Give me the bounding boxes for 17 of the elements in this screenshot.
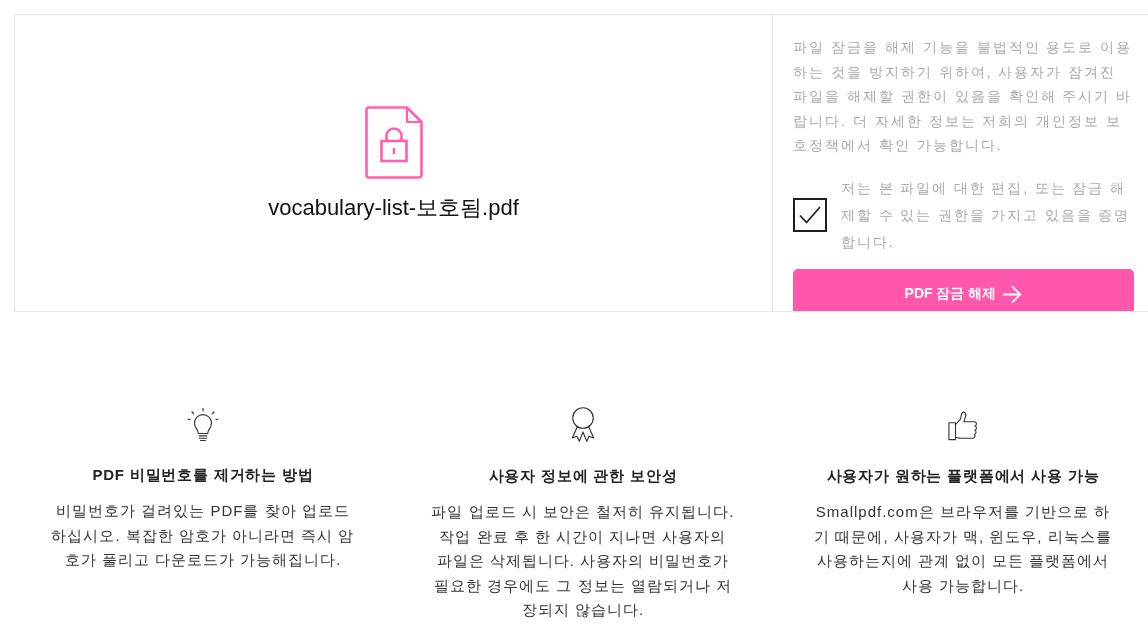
- notice-text: 파일 잠금을 해제 기능을 불법적인 용도로 이용하는 것을 방지하기 위하여, 사용자가 잠겨진 파일을 해제할 권한이 있음을 확인해 주시기 바랍니다. 더 자세한 정보는 저희의 개인정보 보호정책에서 확인 가능합니다.: [793, 38, 1134, 155]
- arrow-right-icon: [1002, 284, 1023, 304]
- feature-title: 사용자가 원하는 플랫폼에서 사용 가능: [826, 466, 1100, 486]
- feature-title: 사용자 정보에 관한 보안성: [488, 466, 678, 486]
- feature-title: PDF 비밀번호를 제거하는 방법: [92, 465, 314, 485]
- locked-file-icon: [363, 104, 424, 180]
- checkmark-icon: [799, 206, 821, 224]
- consent-checkbox[interactable]: [793, 198, 827, 232]
- feature-text: Smallpdf.com은 브라우저를 기반으로 하기 때문에, 사용자가 맥, 윈도우, 리눅스를 사용하는지에 관계 없이 모든 플랫폼에서 사용 가능합니다.: [813, 502, 1113, 596]
- thumbs-up-icon: [948, 410, 978, 442]
- feature-text: 파일 업로드 시 보안은 철저히 유지됩니다. 작업 완료 후 한 시간이 지나면 사용자의 파일은 삭제됩니다. 사용자의 비밀번호가 필요한 경우에도 그 정보는 열람되거나 저장되지 않습니다.: [430, 502, 736, 620]
- lightbulb-icon: [186, 406, 220, 443]
- unlock-button[interactable]: PDF 잠금 해제: [793, 268, 1134, 311]
- feature-text: 비밀번호가 걸려있는 PDF를 찾아 업로드하십시오. 복잡한 암호가 아니라면 즉시 암호가 풀리고 다운로드가 가능해집니다.: [50, 501, 356, 570]
- file-name: vocabulary-list-보호됨.pdf: [268, 193, 519, 222]
- consent-text: 저는 본 파일에 대한 편집, 또는 잠금 해제할 수 있는 권한을 가지고 있음을 증명합니다.: [841, 178, 1132, 252]
- award-ribbon-icon: [569, 406, 597, 444]
